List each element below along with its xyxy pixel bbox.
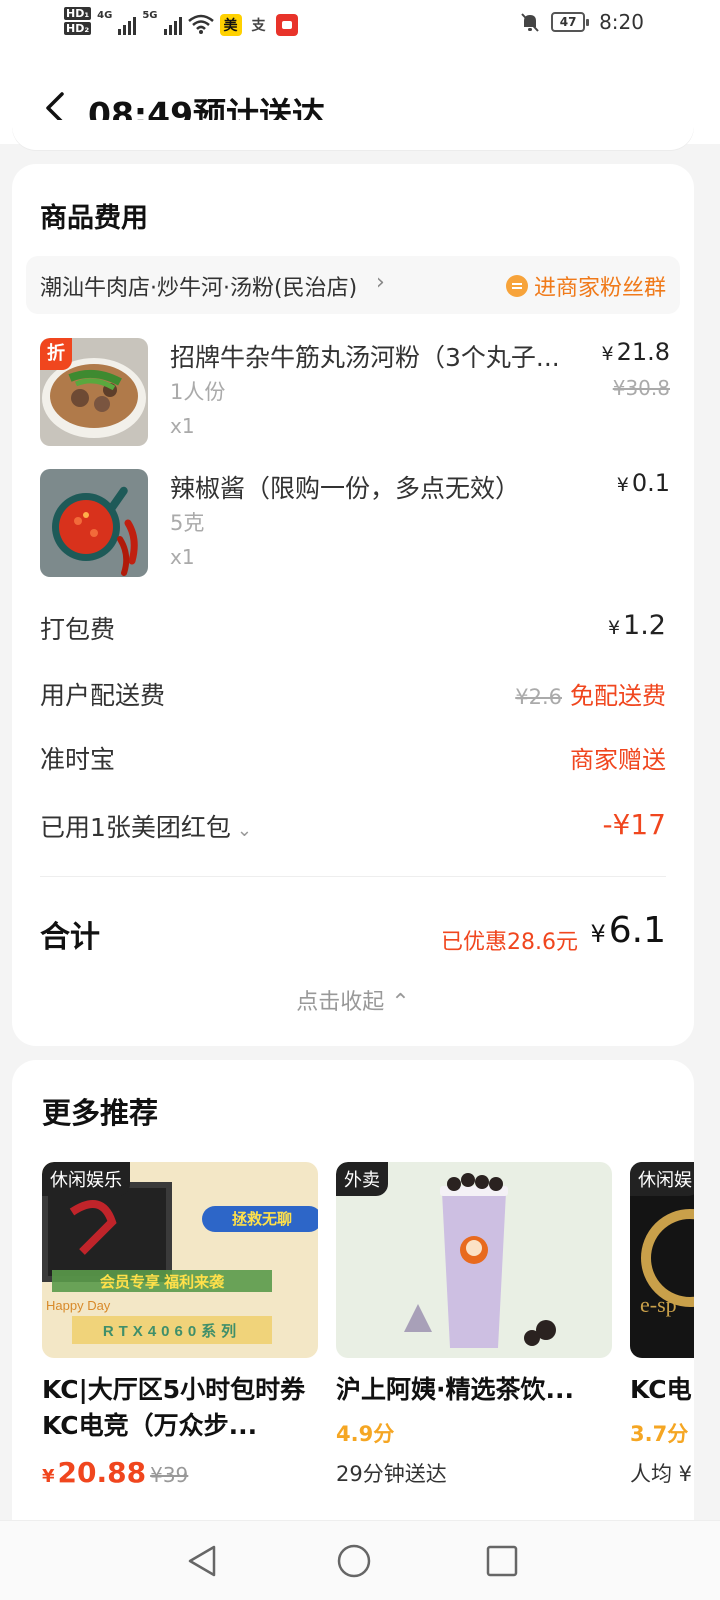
recommend-item-name: KC|大厅区5小时包时券 KC电竞（万众步...: [42, 1375, 306, 1440]
item-original-price: ¥30.8: [612, 376, 670, 400]
delivery-fee-row: 用户配送费 ¥2.6 免配送费: [40, 676, 666, 716]
nav-recents-button[interactable]: [484, 1543, 520, 1579]
delivery-fee-value: ¥2.6 免配送费: [515, 676, 666, 711]
recommend-item-name: 沪上阿姨·精选茶饮...: [336, 1375, 574, 1404]
item-name: 辣椒酱（限购一份，多点无效）: [170, 474, 521, 503]
signal-icon: [118, 15, 137, 35]
ontime-guarantee-row: 准时宝 商家赠送: [40, 740, 666, 780]
hd1-label: HD₁: [64, 7, 92, 20]
cost-card: 商品费用 潮汕牛肉店·炒牛河·汤粉(民治店) › 进商家粉丝群 折 招牌牛杂牛筋…: [12, 164, 694, 1046]
recommend-item-name: KC电: [630, 1375, 692, 1404]
mute-bell-icon: [521, 13, 539, 32]
currency-symbol: ¥: [616, 474, 629, 496]
item-qty: x1: [170, 545, 195, 569]
recommend-item-avg-price: 人均 ¥: [630, 1462, 693, 1486]
packing-fee-label: 打包费: [40, 615, 116, 644]
noodle-soup-image: 折: [40, 338, 148, 446]
chevron-down-icon: ⌄: [236, 820, 253, 841]
item-price-value: 0.1: [631, 469, 670, 497]
recommend-item-score: 3.7分: [630, 1422, 689, 1446]
discount-summary: 已优惠28.6元: [441, 930, 578, 955]
currency-symbol: ¥: [607, 617, 621, 639]
delivery-fee-label: 用户配送费: [40, 681, 166, 710]
category-tag: 休闲娱乐: [42, 1162, 130, 1196]
venue-image-text: e-sp: [640, 1292, 677, 1317]
battery-icon: 47: [551, 12, 590, 32]
nav-back-button[interactable]: [184, 1543, 220, 1579]
item-price: ¥0.1: [617, 469, 670, 497]
circle-home-icon: [337, 1544, 371, 1578]
category-tag: 休闲娱: [630, 1162, 694, 1196]
category-tag: 外卖: [336, 1162, 388, 1196]
item-price-value: 21.8: [616, 338, 670, 366]
system-nav-bar: [0, 1520, 720, 1600]
promo-text-4: RTX4060系列: [103, 1322, 241, 1340]
recommend-original-price: ¥39: [150, 1463, 189, 1487]
currency-symbol: ¥: [590, 920, 606, 948]
free-delivery-label: 免配送费: [570, 682, 666, 710]
coupon-label-text: 已用1张美团红包: [40, 813, 231, 842]
pinduoduo-app-icon: [275, 14, 298, 36]
recommend-card: 更多推荐 拯救无聊 会员专享 福利来袭 Happy Day RTX4060系列 …: [12, 1060, 694, 1520]
packing-fee-row: 打包费 ¥1.2: [40, 610, 666, 650]
chevron-right-icon: ›: [376, 270, 385, 295]
network-5g-label: 5G: [142, 10, 158, 21]
store-name[interactable]: 潮汕牛肉店·炒牛河·汤粉(民治店): [40, 270, 357, 302]
esports-promo-image: 拯救无聊 会员专享 福利来袭 Happy Day RTX4060系列 休闲娱乐: [42, 1162, 318, 1358]
currency-symbol: ¥: [601, 343, 614, 365]
nav-home-button[interactable]: [336, 1543, 372, 1579]
discount-badge: 折: [40, 338, 72, 370]
store-row[interactable]: 潮汕牛肉店·炒牛河·汤粉(民治店) › 进商家粉丝群: [26, 256, 680, 314]
wifi-icon: [187, 14, 214, 34]
order-item[interactable]: 辣椒酱（限购一份，多点无效） 5克 x1 ¥0.1: [40, 469, 670, 581]
ontime-guarantee-label: 准时宝: [40, 745, 116, 774]
status-bar: HD₁ HD₂ 4G 5G 美 支 47 8:20: [0, 0, 720, 48]
coupon-value: -¥17: [602, 808, 666, 841]
total-value: ¥6.1: [590, 910, 666, 951]
item-price: ¥21.8: [601, 338, 670, 366]
cost-section-title: 商品费用: [40, 203, 148, 234]
header-card-bottom: [12, 120, 694, 150]
signal-icon-2: [163, 15, 182, 35]
recommend-item-delivery-time: 29分钟送达: [336, 1462, 447, 1486]
coupon-label[interactable]: 已用1张美团红包 ⌄: [40, 808, 252, 844]
recommend-item-price: ¥20.88 ¥39: [42, 1456, 188, 1489]
clock: 8:20: [599, 10, 644, 34]
packing-fee-amount: 1.2: [623, 610, 666, 641]
promo-text-2: 会员专享 福利来袭: [100, 1273, 225, 1291]
hd-indicator: HD₁ HD₂: [64, 7, 92, 35]
total-label: 合计: [40, 920, 100, 955]
item-name: 招牌牛杂牛筋丸汤河粉（3个丸子...: [170, 343, 560, 372]
square-recents-icon: [486, 1545, 518, 1577]
promo-text-3: Happy Day: [46, 1298, 111, 1313]
coupon-row[interactable]: 已用1张美团红包 ⌄ -¥17: [40, 808, 666, 848]
packing-fee-value: ¥1.2: [608, 610, 666, 641]
divider: [40, 876, 666, 877]
total-amount: 6.1: [608, 910, 666, 951]
item-spec: 5克: [170, 511, 205, 535]
milk-tea-image: 外卖: [336, 1162, 612, 1358]
triangle-back-icon: [188, 1545, 216, 1577]
item-qty: x1: [170, 414, 195, 438]
collapse-button[interactable]: 点击收起 ⌃: [12, 984, 694, 1016]
network-4g-label: 4G: [97, 10, 113, 21]
promo-text-1: 拯救无聊: [232, 1210, 292, 1228]
ontime-guarantee-value: 商家赠送: [570, 746, 666, 774]
delivery-fee-original: ¥2.6: [515, 685, 562, 709]
recommend-title: 更多推荐: [42, 1096, 159, 1130]
recommend-item-score: 4.9分: [336, 1422, 395, 1446]
order-item[interactable]: 折 招牌牛杂牛筋丸汤河粉（3个丸子... 1人份 x1 ¥21.8 ¥30.8: [40, 338, 670, 450]
item-spec: 1人份: [170, 380, 226, 404]
esports-venue-image: e-sp 休闲娱: [630, 1162, 694, 1358]
fans-group-link[interactable]: 进商家粉丝群: [505, 270, 666, 302]
alipay-app-icon: 支: [251, 18, 266, 34]
chat-icon: [505, 275, 528, 297]
meituan-app-icon: 美: [219, 14, 242, 36]
currency-symbol: ¥: [42, 1466, 55, 1487]
recommend-price-value: 20.88: [57, 1456, 147, 1489]
fans-group-label: 进商家粉丝群: [533, 276, 666, 301]
hd2-label: HD₂: [64, 22, 92, 35]
chili-sauce-image: [40, 469, 148, 577]
